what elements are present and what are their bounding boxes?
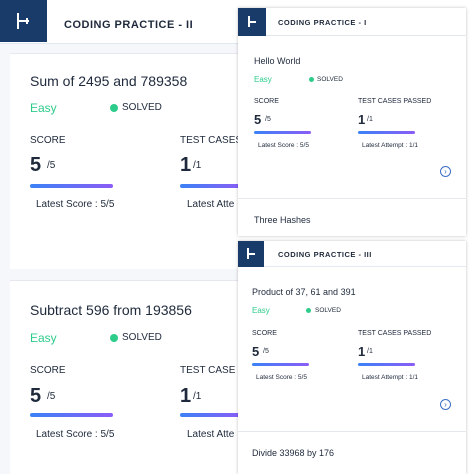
- score-total: /5: [47, 391, 56, 402]
- test-cases-value: 1: [180, 385, 192, 407]
- question-title[interactable]: Sum of 2495 and 789358: [30, 73, 187, 89]
- latest-score: Latest Score : 5/5: [258, 142, 309, 149]
- test-cases-value: 1: [180, 154, 192, 176]
- score-label: SCORE: [30, 365, 66, 376]
- status-label: SOLVED: [122, 102, 162, 113]
- test-cases-value: 1: [358, 112, 366, 127]
- score-value: 5: [254, 112, 262, 127]
- difficulty-badge: Easy: [30, 331, 57, 345]
- panel-title: CODING PRACTICE - I: [278, 18, 367, 27]
- coding-practice-ii-panel: CODING PRACTICE - II Sum of 2495 and 789…: [0, 0, 240, 474]
- panel-header: CODING PRACTICE - II: [0, 0, 240, 44]
- status-label: SOLVED: [122, 332, 162, 343]
- status-label: SOLVED: [317, 76, 343, 83]
- sidebar-toggle-icon[interactable]: [238, 241, 264, 267]
- tests-progress-bar: [180, 184, 240, 188]
- green-dot-icon: [306, 308, 311, 313]
- arrow-right-circle-icon[interactable]: ›: [440, 399, 451, 410]
- panel-title: CODING PRACTICE - III: [278, 250, 372, 259]
- question-title[interactable]: Subtract 596 from 193856: [30, 302, 192, 318]
- next-question-title[interactable]: Divide 33968 by 176: [252, 448, 334, 458]
- score-label: SCORE: [252, 330, 277, 337]
- green-dot-icon: [309, 77, 314, 82]
- difficulty-badge: Easy: [254, 75, 272, 84]
- green-dot-icon: [110, 104, 118, 112]
- latest-attempt: Latest Attempt : 1/1: [362, 374, 419, 381]
- panel-header: CODING PRACTICE - I: [238, 8, 466, 36]
- score-total: /5: [265, 116, 271, 123]
- difficulty-badge: Easy: [30, 101, 57, 115]
- score-label: SCORE: [254, 98, 279, 105]
- test-cases-total: /1: [193, 391, 202, 402]
- latest-score: Latest Score : 5/5: [36, 199, 115, 210]
- latest-attempt: Latest Attempt : 1/1: [362, 142, 419, 149]
- score-progress-bar: [252, 363, 309, 366]
- panel-title: CODING PRACTICE - II: [64, 19, 194, 31]
- coding-practice-i-panel: CODING PRACTICE - I Hello World Easy SOL…: [238, 8, 466, 236]
- coding-practice-iii-panel: CODING PRACTICE - III Product of 37, 61 …: [238, 241, 466, 474]
- score-value: 5: [30, 385, 42, 407]
- latest-attempt: Latest Atte: [187, 429, 235, 440]
- score-label: SCORE: [30, 135, 66, 146]
- test-cases-label: TEST CASE: [180, 365, 236, 376]
- score-progress-bar: [30, 413, 113, 417]
- tests-progress-bar: [180, 413, 240, 417]
- latest-score: Latest Score : 5/5: [256, 374, 307, 381]
- arrow-right-circle-icon[interactable]: ›: [440, 166, 451, 177]
- test-cases-label: TEST CASES PASSED: [358, 330, 432, 337]
- divider: [238, 198, 466, 199]
- sidebar-toggle-icon[interactable]: [238, 8, 266, 36]
- status-label: SOLVED: [315, 307, 341, 314]
- test-cases-label: TEST CASES: [180, 135, 240, 146]
- question-title[interactable]: Product of 37, 61 and 391: [252, 287, 356, 297]
- question-card[interactable]: Sum of 2495 and 789358 Easy SOLVED SCORE…: [10, 53, 240, 269]
- question-card[interactable]: Subtract 596 from 193856 Easy SOLVED SCO…: [10, 280, 240, 474]
- panel-header: CODING PRACTICE - III: [238, 241, 466, 267]
- tests-progress-bar: [358, 131, 415, 134]
- score-progress-bar: [30, 184, 113, 188]
- green-dot-icon: [110, 334, 118, 342]
- test-cases-label: TEST CASES PASSED: [358, 98, 432, 105]
- test-cases-total: /1: [193, 160, 202, 171]
- score-progress-bar: [254, 131, 311, 134]
- score-value: 5: [30, 154, 42, 176]
- question-title[interactable]: Hello World: [254, 56, 300, 66]
- test-cases-total: /1: [367, 348, 373, 355]
- latest-score: Latest Score : 5/5: [36, 429, 115, 440]
- test-cases-total: /1: [367, 116, 373, 123]
- tests-progress-bar: [358, 363, 415, 366]
- difficulty-badge: Easy: [252, 306, 270, 315]
- score-value: 5: [252, 344, 260, 359]
- sidebar-toggle-icon[interactable]: [0, 0, 47, 42]
- score-total: /5: [47, 160, 56, 171]
- divider: [238, 431, 466, 432]
- test-cases-value: 1: [358, 344, 366, 359]
- score-total: /5: [263, 348, 269, 355]
- next-question-title[interactable]: Three Hashes: [254, 215, 311, 225]
- latest-attempt: Latest Atte: [187, 199, 235, 210]
